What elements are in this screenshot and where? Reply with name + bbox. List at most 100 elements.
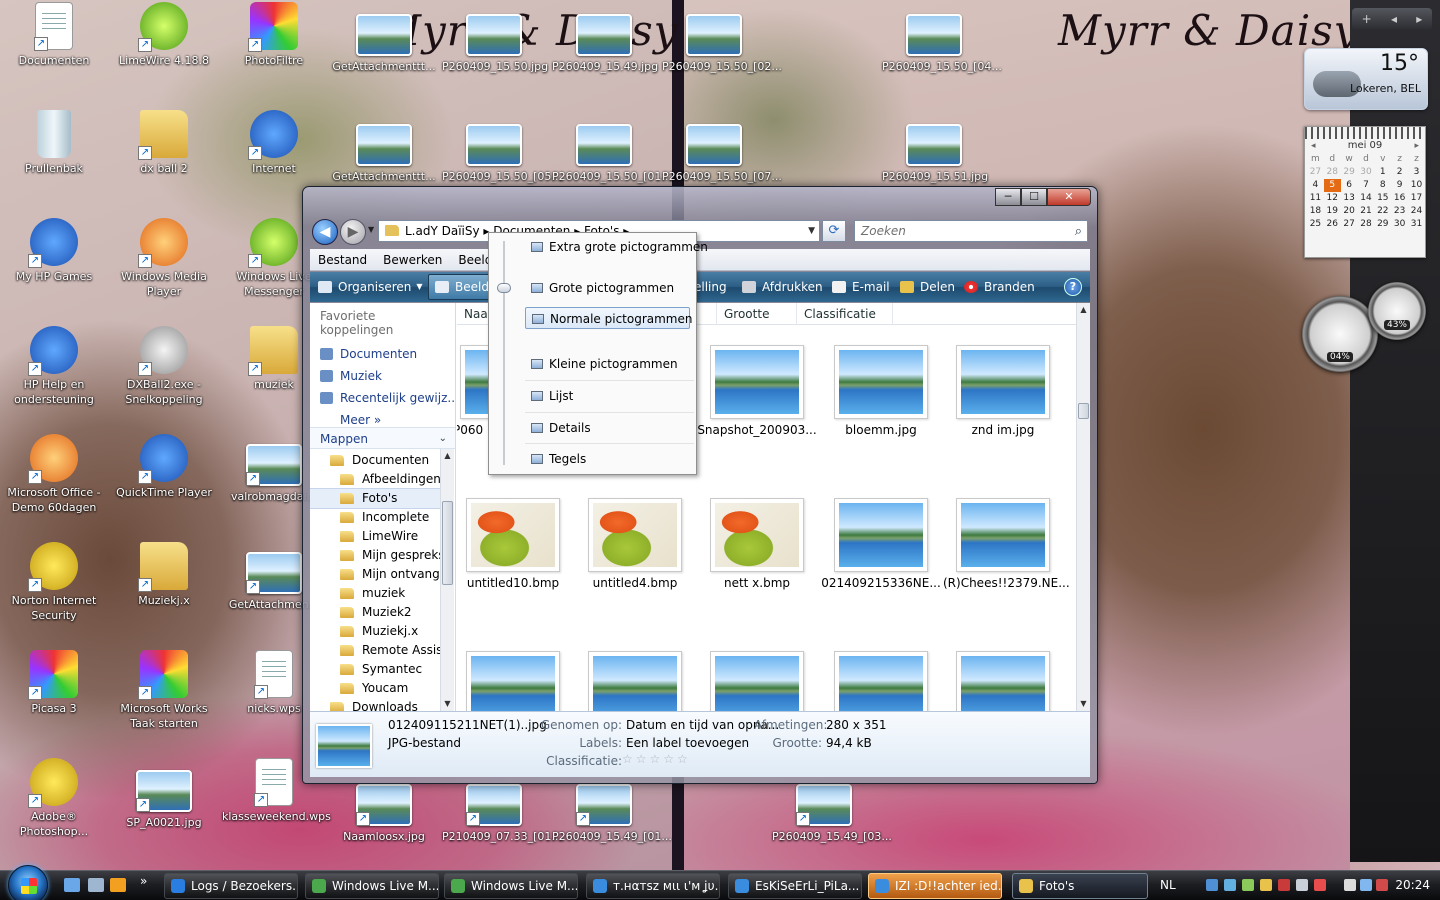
calendar-day[interactable]: 13 xyxy=(1341,192,1358,205)
switch-windows-icon[interactable] xyxy=(88,878,104,892)
menu-bestand[interactable]: Bestand xyxy=(310,249,375,270)
calendar-day[interactable]: 29 xyxy=(1374,218,1391,231)
battery-icon[interactable] xyxy=(1344,879,1356,891)
calendar-day[interactable]: 8 xyxy=(1374,179,1391,192)
desktop-icon[interactable]: ↗ DXBall2.exe - Snelkoppeling xyxy=(112,326,216,407)
tree-item[interactable]: Afbeeldingen xyxy=(310,470,441,489)
desktop-icon[interactable]: ↗ HP Help en ondersteuning xyxy=(2,326,106,407)
desktop-icon[interactable]: P260409_15.50_[01... xyxy=(552,118,672,184)
desktop-icon[interactable]: ↗ P260409_15.49_[03... xyxy=(772,778,892,844)
file-thumbnail-item[interactable] xyxy=(943,651,1063,711)
tree-item[interactable]: Downloads xyxy=(310,698,441,711)
calendar-day[interactable]: 31 xyxy=(1408,218,1425,231)
calendar-day[interactable]: 10 xyxy=(1408,179,1425,192)
scroll-up-icon[interactable]: ▲ xyxy=(441,449,454,463)
fav-muziek[interactable]: Muziek xyxy=(310,365,455,387)
media-player-icon[interactable] xyxy=(110,878,126,892)
add-gadget-icon[interactable]: + xyxy=(1362,8,1372,30)
calendar-today[interactable]: 5 xyxy=(1323,179,1341,192)
explorer-window[interactable]: ─ ☐ ✕ ◀ ▶ ▼ L.adY DaïiSy ▸ Documenten ▸ … xyxy=(302,186,1098,784)
calendar-day[interactable]: 11 xyxy=(1307,192,1324,205)
nav-scrollbar[interactable]: ▲ ▼ xyxy=(440,449,454,711)
labels-value[interactable]: Een label toevoegen xyxy=(626,736,749,750)
calendar-day[interactable]: 27 xyxy=(1307,166,1324,179)
desktop-icon[interactable]: P260409_15.49.jpg xyxy=(552,8,658,74)
desktop-icon[interactable]: GetAttachmenttt... xyxy=(332,8,436,74)
language-indicator[interactable]: NL xyxy=(1160,878,1176,892)
wifi-icon[interactable] xyxy=(1360,879,1372,891)
file-thumbnail-item[interactable]: bloemm.jpg xyxy=(821,345,941,437)
slideshow-button[interactable]: elling xyxy=(694,272,727,302)
file-thumbnail-item[interactable] xyxy=(697,651,817,711)
tree-item[interactable]: Mijn ontvange xyxy=(310,565,447,584)
desktop-icon[interactable]: ↗ Norton Internet Security xyxy=(2,542,106,623)
messenger-tray-icon[interactable] xyxy=(1224,879,1236,891)
tree-item[interactable]: Documenten xyxy=(310,451,441,470)
tray-app-icon[interactable] xyxy=(1296,879,1308,891)
network-icon[interactable] xyxy=(1206,879,1218,891)
file-thumbnail-item[interactable]: untitled10.bmp xyxy=(457,498,573,590)
calendar-day[interactable]: 4 xyxy=(1307,179,1324,192)
recent-pages-dropdown[interactable]: ▼ xyxy=(368,225,374,234)
email-button[interactable]: E-mail xyxy=(832,272,890,302)
calendar-day[interactable]: 27 xyxy=(1341,218,1358,231)
view-size-slider-handle[interactable] xyxy=(497,283,511,293)
volume-muted-icon[interactable] xyxy=(1376,879,1388,891)
forward-button[interactable]: ▶ xyxy=(340,219,366,245)
back-button[interactable]: ◀ xyxy=(312,219,338,245)
desktop-icon[interactable]: P260409_15.50_[02... xyxy=(662,8,782,74)
calendar-day[interactable]: 23 xyxy=(1391,205,1408,218)
share-button[interactable]: Delen xyxy=(900,272,955,302)
tree-item[interactable]: Remote Assist xyxy=(310,641,447,660)
prev-gadget-icon[interactable]: ◂ xyxy=(1391,8,1397,30)
start-button[interactable] xyxy=(8,865,48,900)
column-rating[interactable]: Classificatie xyxy=(797,303,893,325)
desktop-icon[interactable]: Prullenbak xyxy=(2,110,106,176)
content-scrollbar[interactable]: ▲ ▼ xyxy=(1076,303,1090,711)
desktop-icon[interactable]: ↗ Picasa 3 xyxy=(2,650,106,716)
view-button[interactable]: Beeld xyxy=(428,274,496,300)
desktop-icon[interactable]: P260409_15.50.jpg xyxy=(442,8,548,74)
search-input[interactable]: Zoeken ⌕ xyxy=(854,220,1088,242)
view-small-icons[interactable]: Kleine pictogrammen xyxy=(525,353,690,375)
tree-item[interactable]: muziek xyxy=(310,584,441,603)
tree-item[interactable]: Foto's xyxy=(310,488,442,509)
calendar-day[interactable]: 6 xyxy=(1341,179,1358,192)
burn-button[interactable]: Branden xyxy=(964,272,1035,302)
calendar-gadget[interactable]: ◂ mei 09 ▸ m d w d v z z 27 28 29 30 1 2 3 4 5 6 7 8 9 10 11 12 1… xyxy=(1304,126,1426,258)
address-dropdown-icon[interactable]: ▼ xyxy=(808,221,815,241)
show-desktop-icon[interactable] xyxy=(64,878,80,892)
scroll-up-icon[interactable]: ▲ xyxy=(1077,303,1090,317)
taskbar-button[interactable]: IZI :D!!achter ied... xyxy=(868,873,1002,899)
desktop-icon[interactable]: ↗ PhotoFiltre xyxy=(222,2,326,68)
nav-scroll-thumb[interactable] xyxy=(442,501,453,585)
calendar-prev-icon[interactable]: ◂ xyxy=(1311,139,1316,153)
calendar-day[interactable]: 20 xyxy=(1341,205,1358,218)
organize-button[interactable]: Organiseren ▼ xyxy=(318,272,423,302)
taskbar-button[interactable]: Foto's xyxy=(1012,873,1148,899)
fav-recent[interactable]: Recentelijk gewijz... xyxy=(310,387,455,409)
calendar-day[interactable]: 18 xyxy=(1307,205,1324,218)
desktop-icon[interactable]: ↗ My HP Games xyxy=(2,218,106,284)
fav-documenten[interactable]: Documenten xyxy=(310,343,455,365)
tree-item[interactable]: Muziek2 xyxy=(310,603,441,622)
calendar-day[interactable]: 28 xyxy=(1324,166,1341,179)
view-size-slider-track[interactable] xyxy=(503,241,505,465)
next-gadget-icon[interactable]: ▸ xyxy=(1416,8,1422,30)
calendar-day[interactable]: 17 xyxy=(1408,192,1425,205)
file-thumbnail-item[interactable] xyxy=(821,651,941,711)
rating-stars[interactable]: ☆☆☆☆☆ xyxy=(622,752,691,766)
view-tiles[interactable]: Tegels xyxy=(525,448,690,470)
calendar-day[interactable]: 7 xyxy=(1358,179,1375,192)
calendar-day[interactable]: 29 xyxy=(1341,166,1358,179)
tree-item[interactable]: LimeWire xyxy=(310,527,441,546)
view-list[interactable]: Lijst xyxy=(525,385,690,407)
taskbar-button[interactable]: Windows Live M... xyxy=(444,873,578,899)
calendar-day[interactable]: 30 xyxy=(1391,218,1408,231)
calendar-day[interactable]: 24 xyxy=(1408,205,1425,218)
tree-item[interactable]: Incomplete xyxy=(310,508,441,527)
calendar-day[interactable]: 15 xyxy=(1374,192,1391,205)
desktop-icon[interactable]: ↗ dx ball 2 xyxy=(112,110,216,176)
menu-bewerken[interactable]: Bewerken xyxy=(375,249,450,270)
desktop-icon[interactable]: GetAttachmenttt... xyxy=(332,118,436,184)
